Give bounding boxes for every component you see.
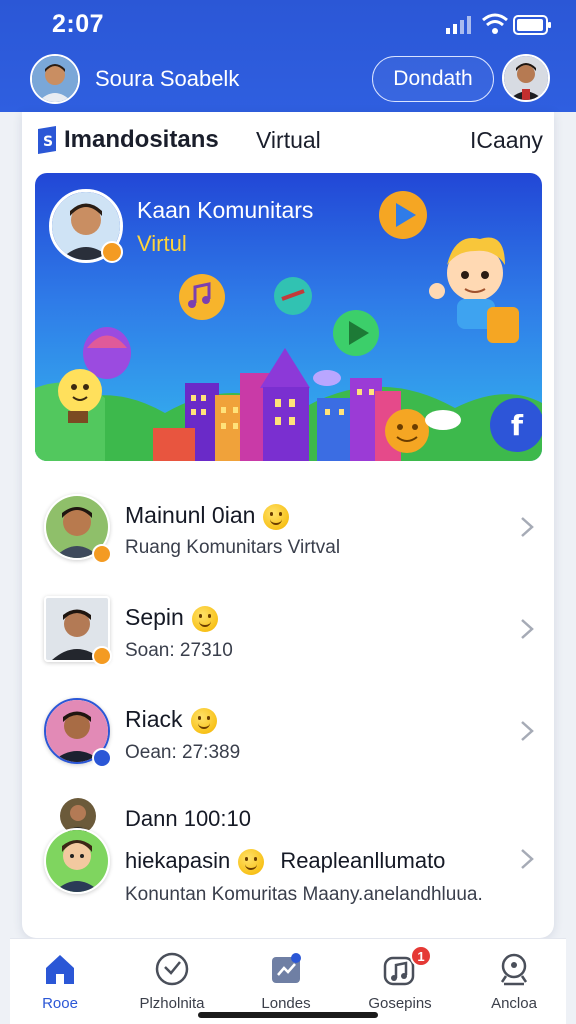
contact-line-extra: Reapleanllumato (280, 848, 446, 873)
banner-title: Kaan Komunitars (137, 197, 314, 223)
avatar (44, 828, 110, 894)
contact-name: Sepin (125, 604, 184, 630)
tab-main[interactable]: Imandositans (64, 126, 219, 154)
chevron-right-icon (521, 721, 534, 741)
community-banner[interactable]: Kaan Komunitars Virtul f (35, 173, 542, 461)
nav-label: Gosepins (368, 995, 432, 1012)
nav-label: Ancloa (491, 995, 537, 1012)
music-badge-icon (92, 646, 112, 666)
tab-virtual[interactable]: Virtual (256, 127, 321, 154)
activity-icon (272, 953, 301, 983)
contact-subtitle: Konuntan Komuritas Maany.anelandhluua. (125, 884, 483, 905)
facebook-share-button[interactable]: f (490, 398, 542, 452)
banner-subtitle: Virtul (137, 231, 187, 256)
tongue-emoji-icon (190, 707, 217, 734)
list-item[interactable]: Riack Oean: 27:389 (22, 686, 554, 776)
nav-home[interactable]: Rooe (10, 945, 110, 1015)
chevron-right-icon (521, 849, 534, 869)
svg-text:S: S (43, 134, 53, 150)
user-avatar[interactable] (30, 54, 80, 104)
list-item[interactable]: Dann 100:10 hiekapasin Reapleanllumato K… (22, 788, 554, 918)
smile-emoji-icon (191, 605, 218, 632)
verified-badge-icon (92, 748, 112, 768)
smile-emoji-icon (263, 503, 290, 530)
profile-icon (500, 953, 528, 986)
nav-profile[interactable]: Ancloa (464, 945, 564, 1015)
contact-name: Mainunl 0ian (125, 502, 256, 528)
main-card: S Imandositans Virtual ICaany Kaan Komun… (22, 112, 554, 938)
chevron-right-icon (521, 619, 534, 639)
nav-activity[interactable]: Londes (236, 945, 336, 1015)
verified-badge-icon (101, 241, 123, 263)
profile-avatar[interactable] (502, 54, 550, 102)
contact-name: Dann 100:10 (125, 806, 251, 831)
nav-label: Londes (261, 995, 311, 1012)
nav-label: Plzholnita (139, 995, 205, 1012)
nav-music[interactable]: 1 Gosepins (350, 945, 450, 1015)
status-bar: 2:07 (0, 0, 576, 50)
home-indicator (198, 1012, 378, 1018)
home-icon (46, 955, 74, 984)
notification-badge: 1 (410, 945, 432, 967)
contact-subtitle: Oean: 27:389 (125, 742, 241, 763)
contact-subtitle: Ruang Komunitars Virtval (125, 537, 341, 558)
smile-emoji-icon (238, 849, 265, 876)
header-pill-button[interactable]: Dondath (372, 56, 494, 102)
status-time: 2:07 (52, 10, 105, 38)
contact-line: hiekapasin (125, 848, 231, 873)
tab-right[interactable]: ICaany (470, 127, 543, 154)
chevron-right-icon (521, 517, 534, 537)
nav-explore[interactable]: Plzholnita (122, 945, 222, 1015)
wifi-icon (482, 13, 508, 34)
app-logo-icon: S (38, 126, 56, 154)
compass-icon (155, 952, 189, 986)
list-item[interactable]: Mainunl 0ian Ruang Komunitars Virtval (22, 482, 554, 572)
top-tabs: S Imandositans Virtual ICaany (22, 112, 554, 168)
nav-label: Rooe (42, 995, 78, 1012)
contact-name: Riack (125, 706, 183, 732)
signal-icon (446, 16, 471, 34)
header-title: Soura Soabelk (95, 66, 240, 91)
battery-icon (513, 15, 551, 35)
app-header: 2:07 Soura Soabelk Dondath (0, 0, 576, 112)
music-badge-icon (92, 544, 112, 564)
contact-subtitle: Soan: 27310 (125, 640, 233, 661)
list-item[interactable]: Sepin Soan: 27310 (22, 584, 554, 674)
